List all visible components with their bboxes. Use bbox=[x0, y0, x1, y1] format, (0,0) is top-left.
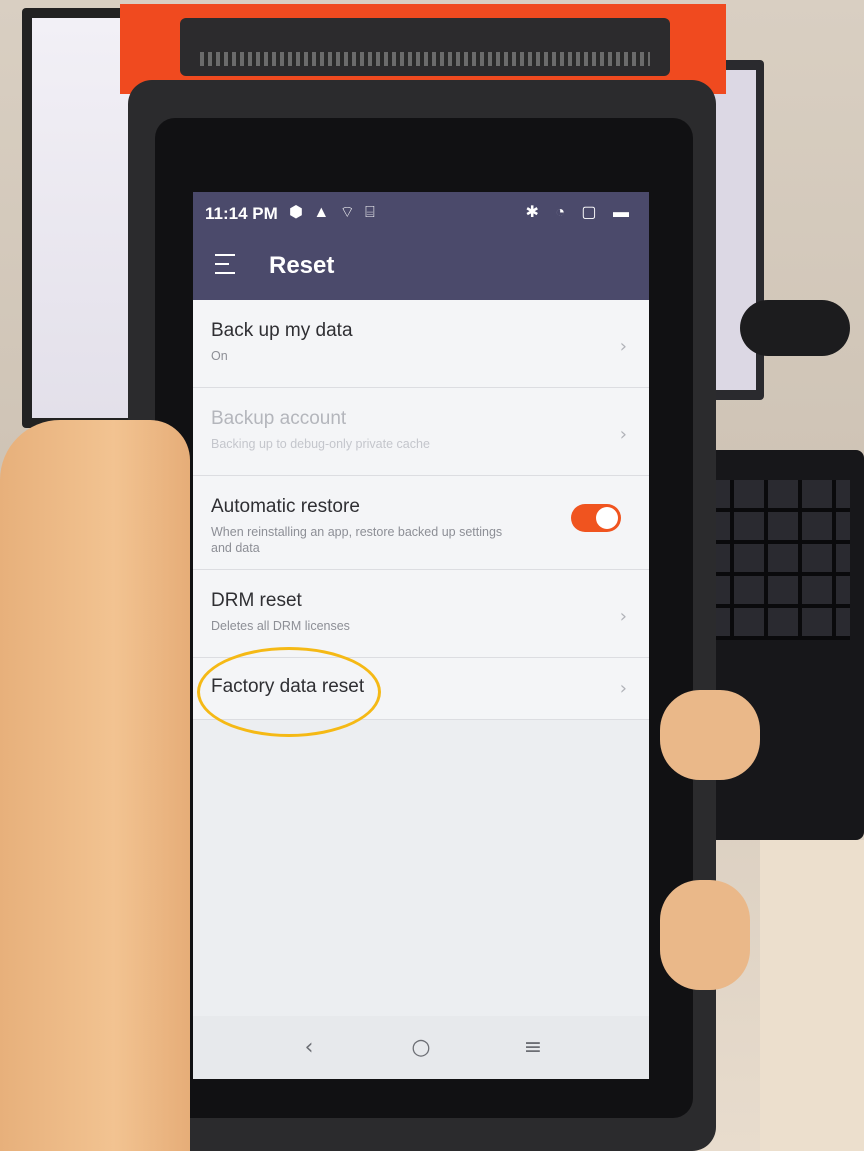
notification-icons: ⬢ ▲ ⌔ ⌸ bbox=[289, 204, 378, 221]
chevron-right-icon: › bbox=[619, 424, 627, 445]
page-title: Reset bbox=[269, 252, 335, 279]
device-paper-cutter bbox=[200, 52, 650, 66]
status-bar: 11:14 PM ⬢ ▲ ⌔ ⌸ ✱ ◔ ▢ ▬ bbox=[193, 192, 649, 236]
automatic-restore-toggle[interactable] bbox=[571, 504, 621, 532]
phone-screen: 11:14 PM ⬢ ▲ ⌔ ⌸ ✱ ◔ ▢ ▬ Reset Back up m… bbox=[193, 192, 649, 1079]
setting-subtitle: When reinstalling an app, restore backed… bbox=[211, 525, 503, 555]
app-bar: Reset bbox=[193, 236, 649, 300]
system-status-icons: ✱ ◔ ▢ ▬ bbox=[525, 204, 635, 221]
setting-drm-reset[interactable]: DRM reset Deletes all DRM licenses › bbox=[193, 570, 649, 658]
chevron-right-icon: › bbox=[619, 678, 627, 699]
setting-automatic-restore[interactable]: Automatic restore When reinstalling an a… bbox=[193, 476, 649, 570]
setting-title: Back up my data bbox=[211, 320, 353, 341]
navigation-bar: ‹ ○ ≡ bbox=[193, 1016, 649, 1079]
setting-title: Backup account bbox=[211, 408, 347, 429]
setting-subtitle: Backing up to debug-only private cache bbox=[211, 437, 430, 451]
hand-thumb bbox=[0, 420, 190, 1151]
setting-back-up-my-data[interactable]: Back up my data On › bbox=[193, 300, 649, 388]
hand-finger-upper bbox=[660, 690, 760, 780]
hand-finger-lower bbox=[660, 880, 750, 990]
background-monitor-left-screen bbox=[32, 18, 134, 418]
background-mouse bbox=[740, 300, 850, 356]
background-keyboard-keys bbox=[700, 480, 850, 640]
device-printer-slot bbox=[180, 18, 670, 76]
highlight-circle-annotation bbox=[197, 647, 381, 737]
back-icon[interactable]: ‹ bbox=[289, 1035, 329, 1060]
chevron-right-icon: › bbox=[619, 336, 627, 357]
status-time: 11:14 PM bbox=[205, 204, 278, 223]
hamburger-menu-icon[interactable] bbox=[215, 254, 241, 280]
setting-title: DRM reset bbox=[211, 590, 302, 611]
setting-subtitle: Deletes all DRM licenses bbox=[211, 619, 350, 633]
setting-backup-account[interactable]: Backup account Backing up to debug-only … bbox=[193, 388, 649, 476]
chevron-right-icon: › bbox=[619, 606, 627, 627]
recents-icon[interactable]: ≡ bbox=[513, 1035, 553, 1060]
setting-subtitle: On bbox=[211, 349, 228, 363]
home-icon[interactable]: ○ bbox=[401, 1035, 441, 1060]
background-desk bbox=[760, 840, 864, 1151]
toggle-knob bbox=[596, 507, 618, 529]
